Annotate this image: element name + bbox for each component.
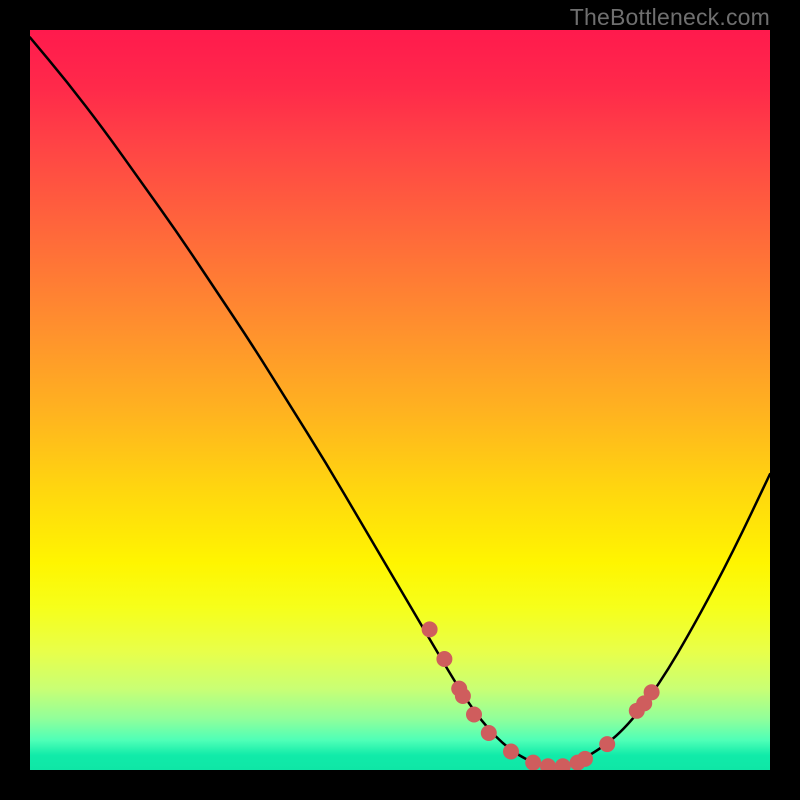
benchmark-point [525,755,541,770]
benchmark-point [422,621,438,637]
benchmark-point [436,651,452,667]
watermark-text: TheBottleneck.com [570,4,770,31]
benchmark-point [599,736,615,752]
benchmark-point [455,688,471,704]
benchmark-point [481,725,497,741]
plot-area [30,30,770,770]
bottleneck-curve [30,37,770,766]
benchmark-point [555,758,571,770]
benchmark-point [644,684,660,700]
benchmark-point [503,744,519,760]
chart-frame: TheBottleneck.com [0,0,800,800]
bottleneck-curve-path [30,37,770,766]
benchmark-point [577,751,593,767]
benchmark-point [466,707,482,723]
benchmark-point [540,758,556,770]
chart-svg [30,30,770,770]
benchmark-points [422,621,660,770]
